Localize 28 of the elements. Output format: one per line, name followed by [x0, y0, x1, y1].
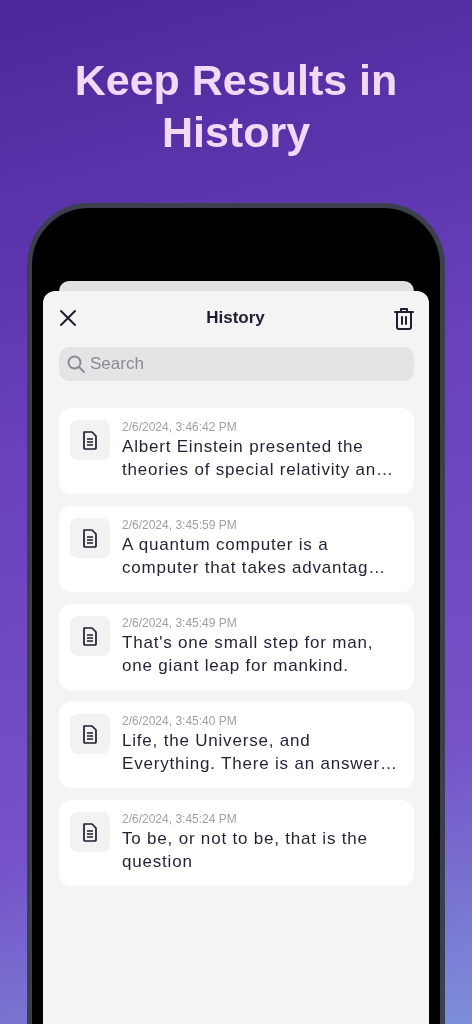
search-field[interactable]: Search: [59, 347, 414, 381]
sheet-title: History: [206, 308, 265, 328]
delete-button[interactable]: [394, 306, 414, 330]
headline: Keep Results in History: [73, 55, 399, 158]
history-item[interactable]: 2/6/2024, 3:46:42 PM Albert Einstein presented the theories of special relativity an…: [59, 408, 414, 494]
document-icon: [70, 420, 110, 460]
timestamp: 2/6/2024, 3:45:49 PM: [122, 616, 238, 631]
close-button[interactable]: [59, 309, 77, 327]
document-icon: [70, 812, 110, 852]
close-icon: [59, 309, 77, 327]
timestamp: 2/6/2024, 3:45:40 PM: [122, 714, 238, 729]
result-text: A quantum computer is a computer that takes advantag…: [122, 534, 388, 579]
history-item[interactable]: 2/6/2024, 3:45:59 PM A quantum computer is a computer that takes advantag…: [59, 506, 414, 592]
timestamp: 2/6/2024, 3:45:59 PM: [122, 518, 238, 533]
search-icon: [67, 355, 85, 373]
timestamp: 2/6/2024, 3:46:42 PM: [122, 420, 238, 435]
history-item[interactable]: 2/6/2024, 3:45:40 PM Life, the Universe, and Everything. There is an answer…: [59, 702, 414, 788]
result-text: Albert Einstein presented the theories of special relativity an…: [122, 436, 395, 481]
document-icon: [70, 616, 110, 656]
history-item[interactable]: 2/6/2024, 3:45:49 PM That's one small step for man, one giant leap for mankind.: [59, 604, 414, 690]
result-text: Life, the Universe, and Everything. There is an answer…: [122, 730, 399, 775]
trash-icon: [394, 306, 414, 330]
result-text: To be, or not to be, that is the question: [122, 828, 369, 873]
result-text: That's one small step for man, one giant leap for mankind.: [122, 632, 375, 677]
document-icon: [70, 714, 110, 754]
history-item[interactable]: 2/6/2024, 3:45:24 PM To be, or not to be, that is the question: [59, 800, 414, 886]
timestamp: 2/6/2024, 3:45:24 PM: [122, 812, 238, 827]
document-icon: [70, 518, 110, 558]
